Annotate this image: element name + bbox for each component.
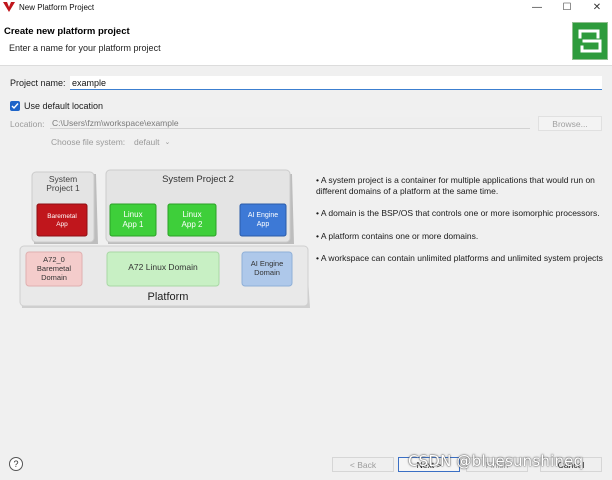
minimize-button[interactable]: — [522, 0, 552, 14]
a72-baremetal-domain-line2: Baremetal [37, 264, 72, 273]
baremetal-app-line1: Baremetal [47, 213, 77, 220]
help-icon[interactable]: ? [9, 457, 23, 471]
close-button[interactable]: ✕ [582, 0, 612, 14]
file-system-label: Choose file system: [51, 137, 126, 147]
vitis-logo-icon [3, 2, 15, 12]
description-item: • A platform contains one or more domain… [316, 230, 479, 241]
location-input[interactable] [50, 117, 530, 129]
file-system-select[interactable]: default ⌄ [134, 135, 180, 148]
platform-label: Platform [148, 291, 189, 303]
chevron-down-icon: ⌄ [164, 138, 171, 146]
file-system-value: default [134, 136, 160, 147]
system-project-2-label: System Project 2 [162, 174, 234, 185]
platform-glyph-icon [578, 29, 602, 53]
maximize-button[interactable]: ☐ [552, 0, 582, 14]
system-project-1-line2: Project 1 [46, 183, 80, 193]
window-title: New Platform Project [19, 2, 95, 12]
ai-engine-app-line2: App [257, 221, 270, 228]
location-label: Location: [10, 119, 45, 129]
ai-engine-domain-line1: AI Engine [251, 259, 284, 268]
project-name-label: Project name: [10, 78, 66, 88]
linux-app-1-line2: App 1 [123, 220, 144, 229]
wizard-title: Create new platform project [4, 26, 130, 37]
checkmark-icon [11, 103, 19, 110]
window-titlebar: New Platform Project — ☐ ✕ [0, 0, 612, 14]
back-button[interactable]: < Back [332, 457, 394, 472]
use-default-location-row[interactable]: Use default location [10, 101, 103, 111]
browse-button[interactable]: Browse... [538, 116, 602, 131]
use-default-location-label: Use default location [24, 101, 104, 111]
wizard-subtitle: Enter a name for your platform project [9, 43, 161, 53]
a72-baremetal-domain-line1: A72_0 [43, 255, 65, 264]
use-default-location-checkbox[interactable] [10, 101, 20, 111]
project-name-input[interactable] [70, 76, 602, 90]
description-item: • A workspace can contain unlimited plat… [316, 252, 603, 263]
description-item: • A system project is a container for mu… [316, 175, 595, 197]
baremetal-app-box [36, 203, 88, 237]
description-list: • A system project is a container for mu… [316, 175, 606, 275]
linux-app-2-line1: Linux [182, 210, 201, 219]
linux-app-2-line2: App 2 [182, 220, 203, 229]
platform-wizard-icon [572, 22, 608, 60]
wizard-header: Create new platform project Enter a name… [0, 14, 612, 66]
baremetal-app-line2: App [56, 221, 68, 228]
ai-engine-app-box [239, 203, 287, 237]
ai-engine-domain-line2: Domain [254, 268, 280, 277]
description-item: • A domain is the BSP/OS that controls o… [316, 208, 600, 219]
a72-baremetal-domain-line3: Domain [41, 273, 67, 282]
watermark-text: CSDN @bluesunshineq [408, 452, 584, 470]
linux-app-1-line1: Linux [123, 210, 142, 219]
platform-architecture-diagram: Platform A72_0 Baremetal Domain A72 Linu… [19, 169, 310, 308]
a72-linux-domain-label: A72 Linux Domain [128, 262, 198, 272]
ai-engine-app-line1: AI Engine [248, 212, 278, 219]
